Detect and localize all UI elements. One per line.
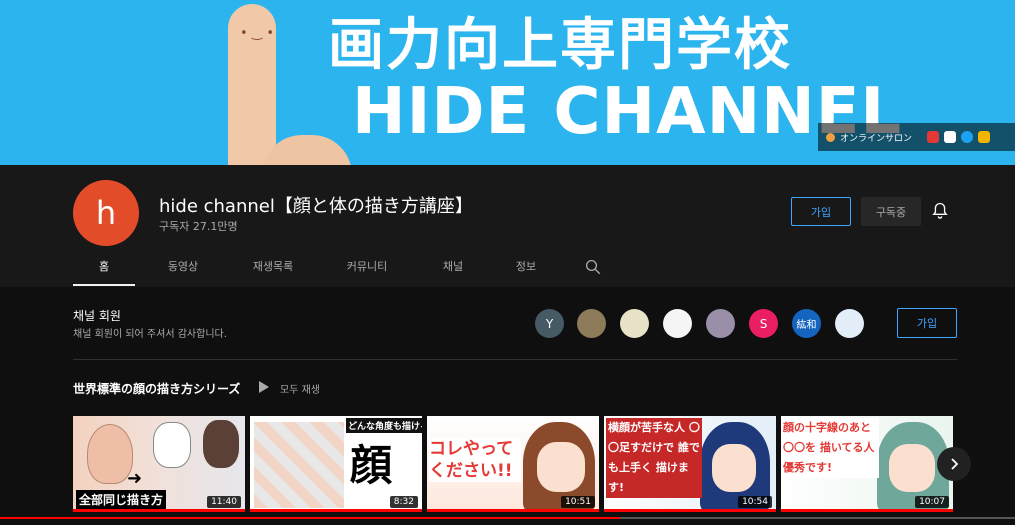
face-kanji-graphic: 顔 (350, 441, 393, 490)
members-subtitle: 채널 회원이 되어 주셔서 감사합니다. (73, 329, 227, 340)
tab-channels[interactable]: 채널 (415, 246, 491, 286)
section-divider (73, 359, 957, 360)
member-avatar[interactable] (663, 309, 692, 338)
video-caption: 顔の十字線のあと 〇〇を 描いてる人 優秀です! (783, 418, 879, 478)
video-duration: 10:07 (915, 496, 949, 508)
video-thumbnail[interactable]: コレやってください!! 10:51 (427, 416, 599, 512)
chevron-right-icon (951, 458, 959, 470)
banner-links[interactable]: オンラインサロン (818, 123, 1015, 151)
video-duration: 8:32 (389, 496, 418, 508)
salon-icon (826, 132, 835, 142)
channel-tabs: 홈 동영상 재생목록 커뮤니티 채널 정보 (73, 246, 561, 286)
watch-progress-bar (781, 509, 953, 512)
video-caption: どんな角度も描ける 顔 描き方 (346, 418, 422, 433)
store-icon[interactable] (927, 131, 940, 143)
amazon-icon[interactable] (944, 131, 957, 143)
members-join-button[interactable]: 가입 (897, 308, 957, 338)
tab-playlists[interactable]: 재생목록 (227, 246, 319, 286)
video-duration: 11:40 (207, 496, 241, 508)
video-thumbnail[interactable]: どんな角度も描ける 顔 描き方 顔 8:32 (250, 416, 422, 512)
member-avatar[interactable]: 紘和 (792, 309, 821, 338)
watch-progress-bar (604, 509, 776, 512)
anime-face-illustration (712, 444, 756, 492)
channel-banner: • ‿ • 画力向上専門学校 HIDE CHANNEL オンラインサロン (0, 0, 1015, 165)
tab-videos[interactable]: 동영상 (139, 246, 227, 286)
finger-illustration: • ‿ • (228, 4, 276, 165)
shop-icon[interactable] (978, 131, 991, 143)
video-duration: 10:51 (561, 496, 595, 508)
page-progress-track (620, 517, 1015, 519)
subscriber-count: 구독자 27.1만명 (159, 220, 238, 233)
video-thumbnail[interactable]: 横顔が苦手な人 〇〇足すだけで 誰でも上手く 描けます! 10:54 (604, 416, 776, 512)
members-title: 채널 회원 (73, 309, 121, 323)
page-progress-bar (0, 517, 620, 519)
playlist-title[interactable]: 世界標準の顔の描き方シリーズ (73, 380, 240, 397)
video-caption: 全部同じ描き方 (76, 490, 167, 509)
anime-head-illustration (203, 420, 239, 468)
member-avatar[interactable] (706, 309, 735, 338)
member-avatar[interactable] (835, 309, 864, 338)
watch-progress-bar (73, 509, 245, 512)
arrow-icon: ➜ (127, 468, 143, 489)
subscribed-button[interactable]: 구독중 (861, 197, 921, 226)
anime-face-illustration (889, 444, 935, 492)
channel-name: hide channel【顔と体の描き方講座】 (159, 196, 473, 217)
play-icon[interactable] (258, 380, 270, 394)
bell-icon[interactable] (930, 200, 950, 222)
member-avatar[interactable] (577, 309, 606, 338)
next-button[interactable] (937, 447, 971, 481)
video-duration: 10:54 (738, 496, 772, 508)
video-thumbnail[interactable]: ➜ 全部同じ描き方 11:40 (73, 416, 245, 512)
salon-link[interactable]: オンラインサロン (840, 131, 912, 144)
channel-avatar[interactable]: h (73, 180, 139, 246)
watch-progress-bar (250, 509, 422, 512)
member-avatar[interactable]: Y (535, 309, 564, 338)
join-button[interactable]: 가입 (791, 197, 851, 226)
tab-home[interactable]: 홈 (73, 246, 135, 286)
anime-head-illustration (153, 422, 191, 468)
member-avatar[interactable] (620, 309, 649, 338)
anime-face-illustration (537, 442, 585, 492)
tab-about[interactable]: 정보 (491, 246, 561, 286)
search-icon[interactable] (584, 258, 602, 276)
face-grid-illustration (254, 422, 344, 508)
video-caption: コレやってください!! (429, 438, 521, 482)
twitter-icon[interactable] (961, 131, 974, 143)
banner-title: 画力向上専門学校 (328, 13, 792, 78)
tab-community[interactable]: 커뮤니티 (319, 246, 415, 286)
member-avatar[interactable]: S (749, 309, 778, 338)
video-caption: 横顔が苦手な人 〇〇足すだけで 誰でも上手く 描けます! (606, 418, 702, 498)
video-thumbnail[interactable]: 顔の十字線のあと 〇〇を 描いてる人 優秀です! 10:07 (781, 416, 953, 512)
watch-progress-bar (427, 509, 599, 512)
play-all-link[interactable]: 모두 재생 (280, 381, 320, 396)
